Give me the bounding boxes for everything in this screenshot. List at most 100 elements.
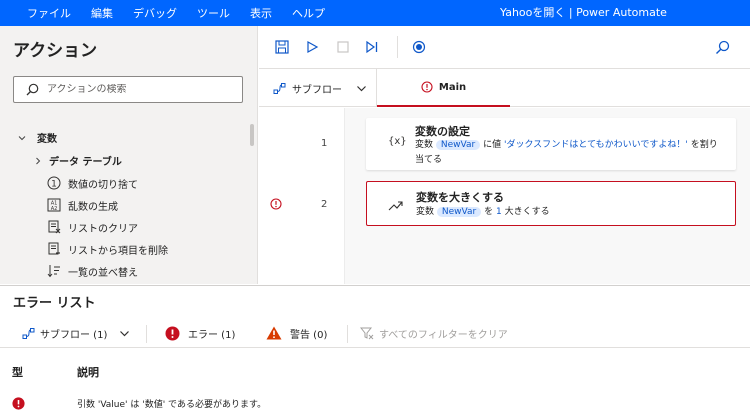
warning-icon bbox=[266, 326, 282, 340]
play-icon bbox=[307, 40, 319, 54]
flow-tabs: サブフロー Main bbox=[259, 69, 750, 107]
tree-subgroup-label: データ テーブル bbox=[49, 157, 122, 168]
tree-item-clear-list[interactable]: リストのクリア bbox=[46, 219, 138, 235]
tab-main[interactable]: Main bbox=[377, 69, 510, 107]
step-description: 変数 NewVar を 1 大きくする bbox=[416, 205, 726, 220]
action-step-set-variable[interactable]: {x} 変数の設定 変数 NewVar に値 'ダックスフンドはとてもかわいいで… bbox=[366, 118, 736, 170]
action-search-box[interactable] bbox=[13, 76, 243, 103]
error-row[interactable]: 引数 'Value' は '数値' である必要があります。 bbox=[0, 392, 750, 416]
save-button[interactable] bbox=[273, 38, 291, 56]
chevron-right-icon bbox=[36, 157, 41, 164]
tree-item-label: リストから項目を削除 bbox=[68, 245, 168, 257]
subflow-filter-dropdown[interactable]: サブフロー (1) bbox=[22, 318, 130, 348]
menu-debug[interactable]: デバッグ bbox=[133, 5, 177, 21]
search-icon bbox=[715, 40, 729, 54]
actions-panel-title: アクション bbox=[13, 41, 98, 61]
subflow-filter-label: サブフロー (1) bbox=[40, 329, 108, 341]
tree-group-variables[interactable]: 変数 bbox=[17, 130, 57, 145]
error-message: 引数 'Value' は '数値' である必要があります。 bbox=[77, 400, 267, 410]
error-outline-icon bbox=[421, 81, 433, 93]
error-list-panel: エラー リスト サブフロー (1) エラー (1) 警告 (0) すべてのフィル… bbox=[0, 285, 750, 419]
step-title: 変数を大きくする bbox=[416, 191, 504, 204]
svg-text:A2: A2 bbox=[51, 206, 58, 212]
search-icon bbox=[26, 83, 39, 96]
error-icon bbox=[12, 397, 25, 410]
search-flow-button[interactable] bbox=[713, 38, 731, 56]
step-desc-mid: を bbox=[484, 207, 494, 217]
error-icon bbox=[165, 326, 180, 340]
column-header-description[interactable]: 説明 bbox=[77, 364, 99, 380]
step-description: 変数 NewVar に値 'ダックスフンドはとてもかわいいですよね！' を割り当… bbox=[415, 138, 725, 168]
toolbar-divider bbox=[347, 325, 348, 343]
tree-item-label: 乱数の生成 bbox=[68, 201, 118, 213]
menu-edit[interactable]: 編集 bbox=[91, 5, 113, 21]
flow-toolbar bbox=[259, 26, 750, 69]
step-desc-suffix: 大きくする bbox=[504, 207, 550, 217]
warnings-filter-label: 警告 (0) bbox=[290, 329, 328, 341]
tree-item-sort-list[interactable]: 一覧の並べ替え bbox=[46, 263, 138, 279]
svg-text:1: 1 bbox=[51, 180, 57, 190]
step-desc-prefix: 変数 bbox=[415, 140, 434, 150]
step-title: 変数の設定 bbox=[415, 125, 470, 138]
tree-item-label: 数値の切り捨て bbox=[68, 179, 138, 191]
subflows-label: サブフロー bbox=[292, 84, 342, 96]
subflow-icon bbox=[273, 82, 286, 94]
error-outline-icon bbox=[270, 198, 282, 210]
save-icon bbox=[275, 40, 289, 54]
run-button[interactable] bbox=[303, 38, 321, 56]
tree-item-remove-item[interactable]: リストから項目を削除 bbox=[46, 241, 168, 257]
flow-canvas: 1 2 {x} 変数の設定 変数 NewVar に値 'ダックスフンドはとてもか… bbox=[259, 108, 750, 284]
clear-filters-label: すべてのフィルターをクリア bbox=[379, 329, 508, 341]
tree-item-label: 一覧の並べ替え bbox=[68, 267, 138, 279]
record-icon bbox=[412, 40, 426, 54]
chevron-down-icon bbox=[357, 85, 366, 91]
menu-tools[interactable]: ツール bbox=[197, 5, 230, 21]
tree-item-label: リストのクリア bbox=[68, 223, 138, 235]
line-number: 1 bbox=[321, 138, 328, 149]
action-step-increase-variable[interactable]: 変数を大きくする 変数 NewVar を 1 大きくする bbox=[366, 181, 736, 226]
clear-filters-button[interactable]: すべてのフィルターをクリア bbox=[360, 318, 508, 348]
variable-chip: NewVar bbox=[435, 140, 481, 150]
line-number: 2 bbox=[321, 199, 328, 210]
step-value: 'ダックスフンドはとてもかわいいですよね！' bbox=[503, 140, 688, 150]
step-next-icon bbox=[366, 40, 378, 54]
chevron-down-icon bbox=[18, 135, 26, 140]
variable-icon: {x} bbox=[388, 136, 407, 147]
sort-list-icon bbox=[46, 263, 62, 279]
clear-filter-icon bbox=[360, 327, 374, 339]
column-header-type[interactable]: 型 bbox=[12, 364, 23, 380]
tree-group-label: 変数 bbox=[37, 134, 57, 145]
stop-icon bbox=[337, 41, 349, 53]
error-list-title: エラー リスト bbox=[13, 296, 96, 311]
window-title: Yahooを開く | Power Automate bbox=[500, 6, 667, 19]
remove-item-icon bbox=[46, 241, 62, 257]
toolbar-divider bbox=[146, 325, 147, 343]
random-number-icon: A1 A2 bbox=[46, 197, 62, 213]
step-desc-mid: に値 bbox=[483, 140, 502, 150]
subflows-dropdown[interactable]: サブフロー bbox=[259, 69, 377, 107]
run-next-action-button[interactable] bbox=[363, 38, 381, 56]
menu-bar: ファイル 編集 デバッグ ツール 表示 ヘルプ bbox=[0, 0, 345, 26]
step-desc-prefix: 変数 bbox=[416, 207, 435, 217]
step-amount: 1 bbox=[495, 207, 502, 217]
menu-help[interactable]: ヘルプ bbox=[292, 5, 325, 21]
menu-view[interactable]: 表示 bbox=[250, 5, 272, 21]
tree-item-truncate[interactable]: 1 数値の切り捨て bbox=[46, 175, 138, 191]
subflow-icon bbox=[22, 327, 35, 339]
error-list-toolbar: サブフロー (1) エラー (1) 警告 (0) すべてのフィルターをクリア bbox=[0, 318, 750, 348]
errors-filter-button[interactable]: エラー (1) bbox=[165, 318, 235, 348]
action-search-input[interactable] bbox=[47, 84, 227, 95]
tree-subgroup-datatable[interactable]: データ テーブル bbox=[33, 153, 122, 168]
line-gutter: 1 2 bbox=[259, 108, 345, 284]
warnings-filter-button[interactable]: 警告 (0) bbox=[266, 318, 327, 348]
actions-panel: アクション 変数 データ テーブル 1 数値の切り捨て A1A2 乱数の生成 リ… bbox=[0, 26, 258, 284]
variable-chip: NewVar bbox=[436, 207, 482, 217]
tree-item-random[interactable]: A1 A2 乱数の生成 bbox=[46, 197, 118, 213]
circled-one-icon: 1 bbox=[46, 175, 62, 191]
title-bar: ファイル 編集 デバッグ ツール 表示 ヘルプ Yahooを開く | Power… bbox=[0, 0, 750, 26]
actions-scrollbar[interactable] bbox=[250, 124, 254, 146]
errors-filter-label: エラー (1) bbox=[188, 329, 236, 341]
record-button[interactable] bbox=[410, 38, 428, 56]
menu-file[interactable]: ファイル bbox=[27, 5, 71, 21]
stop-button[interactable] bbox=[334, 38, 352, 56]
